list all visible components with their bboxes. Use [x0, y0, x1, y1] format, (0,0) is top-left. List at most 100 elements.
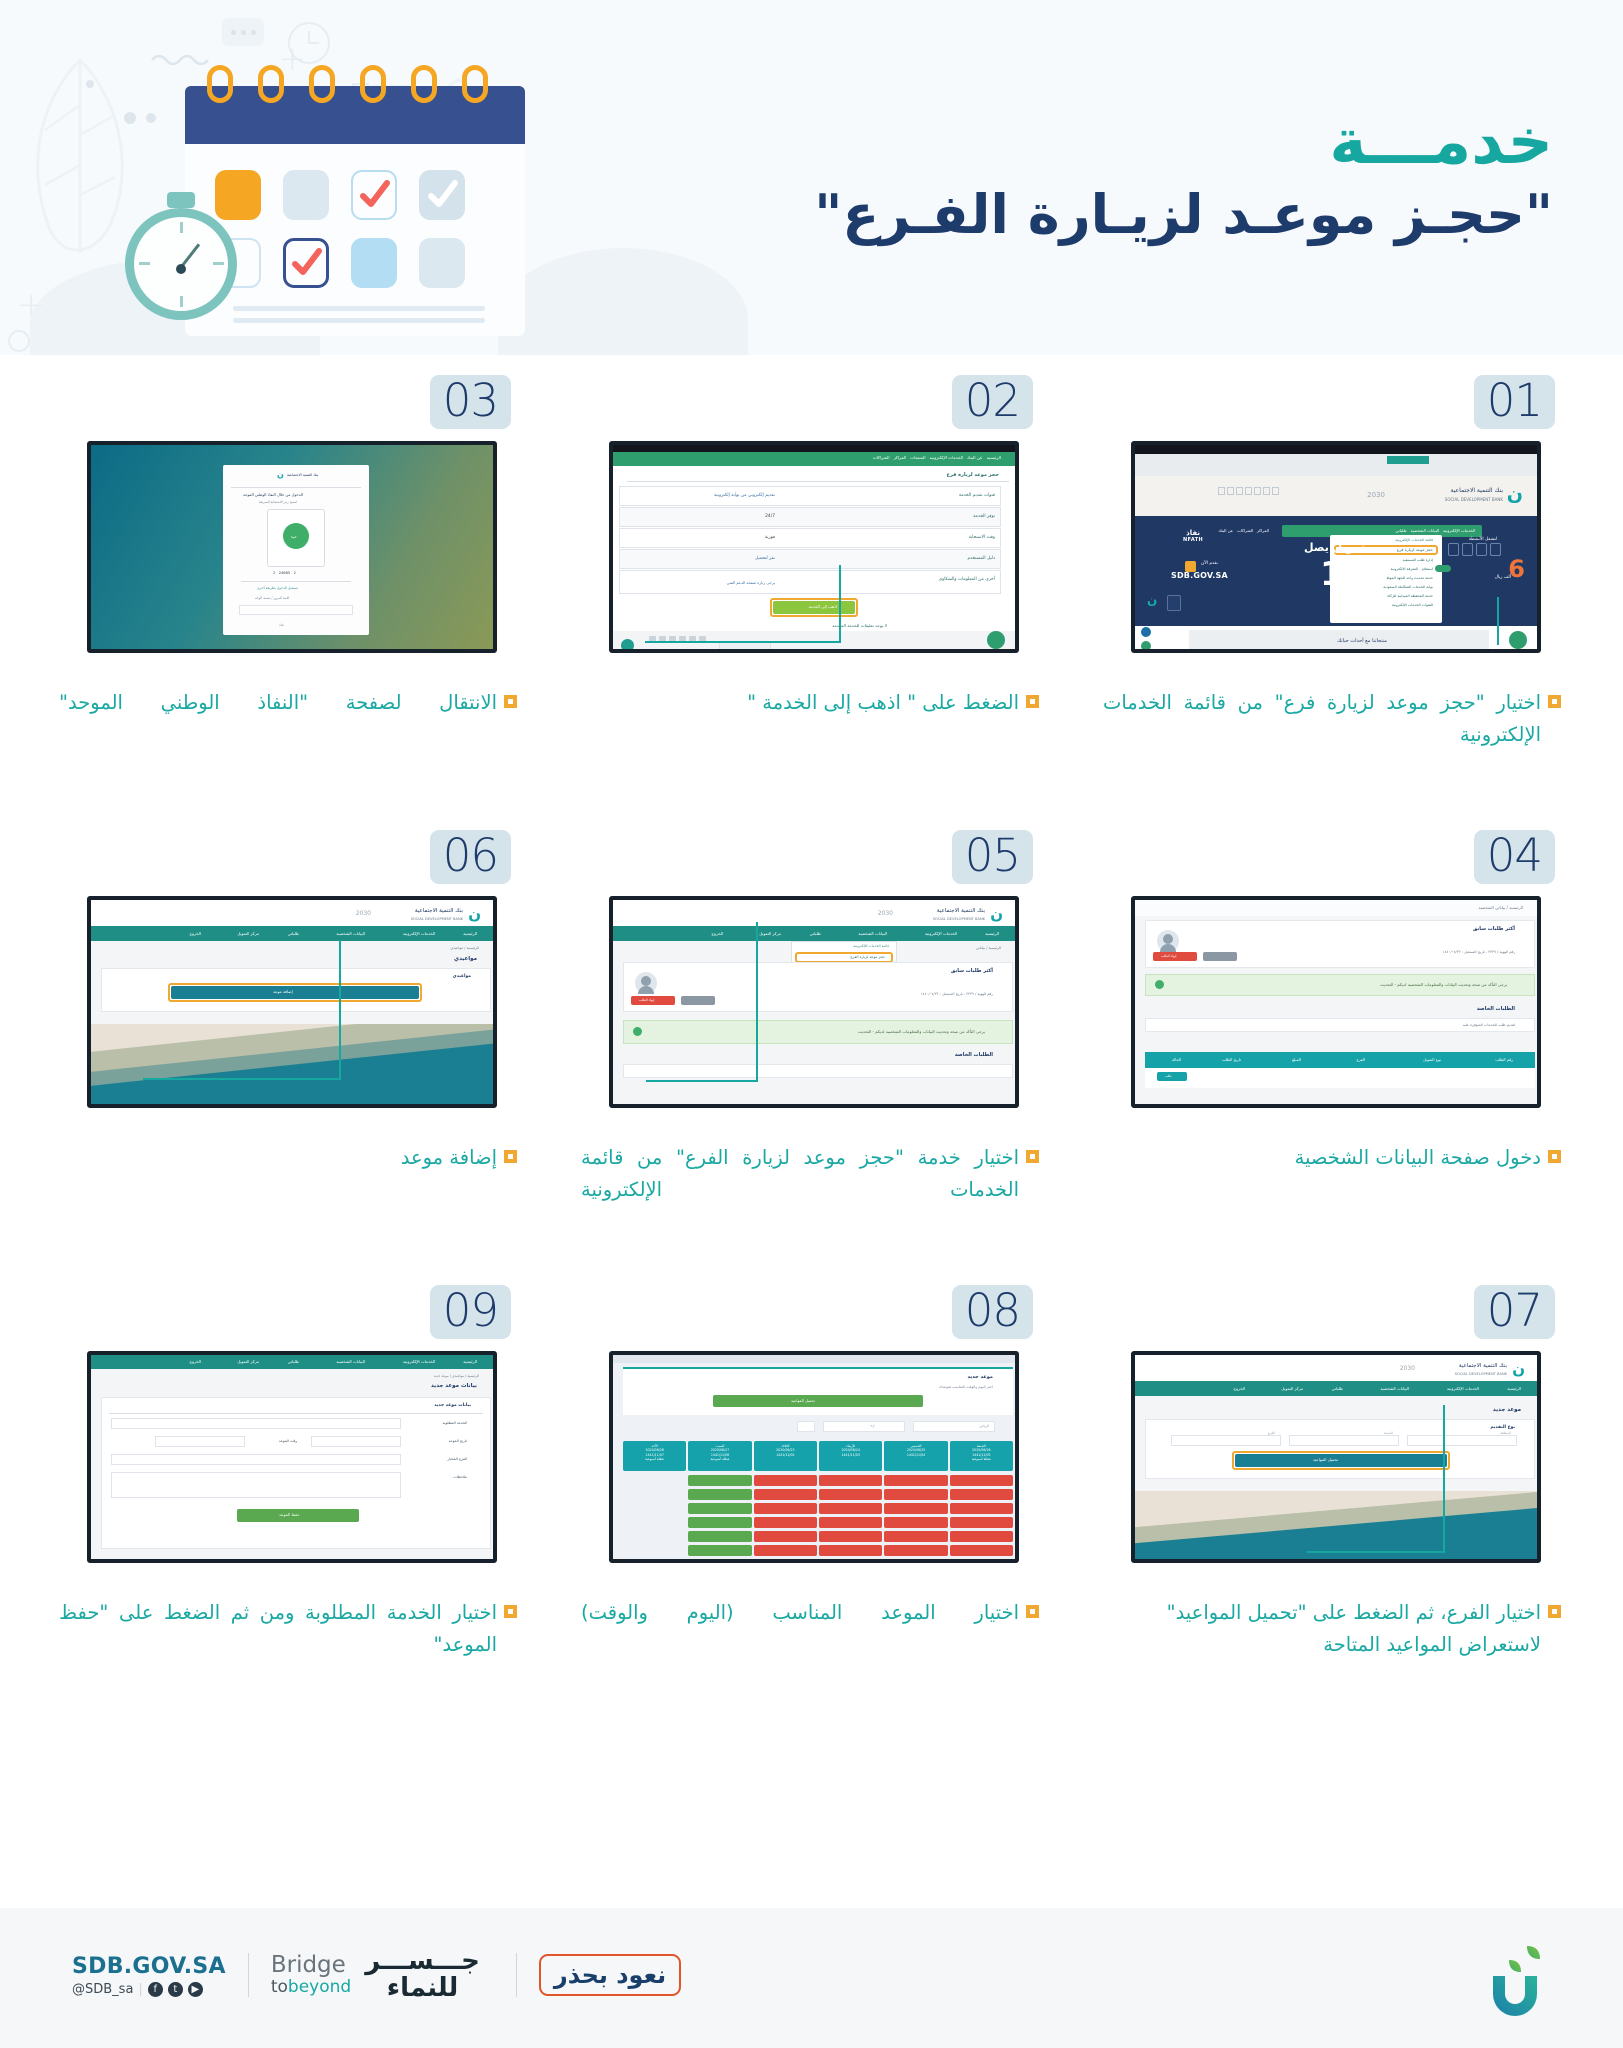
- page-title-block: خدمـــة "حجـز موعـد لزيـارة الفـرع": [814, 110, 1553, 252]
- step-number-badge: 01: [1473, 375, 1555, 429]
- step-06: 06 ن بنك التنمية الاجتماعية SOCIAL DEVEL…: [59, 830, 519, 1174]
- step-05-caption: اختيار خدمة "حجز موعد لزيارة الفرع" من ق…: [581, 1142, 1041, 1205]
- check-icon: [428, 180, 458, 207]
- step-04: 04 الرئيسية / بياناتي الشخصية أكثر طلبات…: [1103, 830, 1563, 1174]
- caption-text: اختيار خدمة "حجز موعد لزيارة الفرع" من ق…: [581, 1146, 1019, 1201]
- bullet-icon: [1548, 1150, 1561, 1163]
- bullet-icon: [1026, 1605, 1039, 1618]
- step-number-badge: 06: [429, 830, 511, 884]
- naod-bihathar-badge: نعود بحذر: [538, 1954, 682, 1997]
- calendar-ring: [258, 65, 284, 103]
- calendar-ring: [207, 65, 233, 103]
- footer-handle: @SDB_sa: [72, 1981, 134, 1997]
- step-02: 02 الرئيسية عن البنك الخدمات الإلكترونية…: [581, 375, 1041, 719]
- step-04-caption: دخول صفحة البيانات الشخصية: [1103, 1142, 1563, 1174]
- calendar-day-cell: [351, 238, 397, 288]
- step-number-badge: 08: [951, 1285, 1033, 1339]
- check-icon: [360, 180, 390, 207]
- connector-line-02-v: [839, 565, 841, 643]
- connector-line-02-h: [645, 641, 841, 643]
- steps-row-1: 01 ن بنك التنمية الاجتماعية SOCIAL DEVEL…: [0, 375, 1623, 830]
- step-number-badge: 04: [1473, 830, 1555, 884]
- connector-line-01: [1497, 597, 1499, 645]
- steps-row-2: 04 الرئيسية / بياناتي الشخصية أكثر طلبات…: [0, 830, 1623, 1285]
- step-number-badge: 09: [429, 1285, 511, 1339]
- step-number-badge: 03: [429, 375, 511, 429]
- caption-text: اختيار الخدمة المطلوبة ومن ثم الضغط على …: [59, 1601, 497, 1656]
- caption-text: الانتقال لصفحة "النفاذ الوطني الموحد": [59, 691, 497, 714]
- bullet-icon: [504, 1605, 517, 1618]
- caption-text: الضغط على " اذهب إلى الخدمة ": [747, 691, 1019, 714]
- step-06-screenshot[interactable]: ن بنك التنمية الاجتماعية SOCIAL DEVELOPM…: [87, 896, 497, 1108]
- step-03-screenshot[interactable]: ن بنك التنمية الاجتماعية الدخول من خلال …: [87, 441, 497, 653]
- step-04-screenshot[interactable]: الرئيسية / بياناتي الشخصية أكثر طلبات سا…: [1131, 896, 1541, 1108]
- step-01-screenshot[interactable]: ن بنك التنمية الاجتماعية SOCIAL DEVELOPM…: [1131, 441, 1541, 653]
- step-03-caption: الانتقال لصفحة "النفاذ الوطني الموحد": [59, 687, 519, 719]
- step-09-caption: اختيار الخدمة المطلوبة ومن ثم الضغط على …: [59, 1597, 519, 1660]
- steps-grid: 01 ن بنك التنمية الاجتماعية SOCIAL DEVEL…: [0, 375, 1623, 1740]
- page-title-line1: خدمـــة: [1329, 105, 1553, 178]
- bullet-icon: [1548, 1605, 1561, 1618]
- bridge-line1: Bridge: [270, 1952, 346, 1979]
- step-07-screenshot[interactable]: ن بنك التنمية الاجتماعية SOCIAL DEVELOPM…: [1131, 1351, 1541, 1563]
- infographic-page: + + خدمـــة "حجـز موعـد لزيـارة الفـرع" …: [0, 0, 1623, 2048]
- calendar-ring: [360, 65, 386, 103]
- bullet-icon: [1026, 695, 1039, 708]
- step-number-badge: 02: [951, 375, 1033, 429]
- calendar-day-cell: [283, 170, 329, 220]
- step-07: 07 ن بنك التنمية الاجتماعية SOCIAL DEVEL…: [1103, 1285, 1563, 1660]
- bullet-icon: [1548, 695, 1561, 708]
- caption-text: اختيار "حجز موعد لزيارة فرع" من قائمة ال…: [1103, 691, 1541, 746]
- connector-line-05-v: [756, 922, 758, 1082]
- bridge-to: to: [270, 1977, 288, 1998]
- twitter-icon[interactable]: t: [167, 1981, 183, 1997]
- step-number-badge: 07: [1473, 1285, 1555, 1339]
- step-02-caption: الضغط على " اذهب إلى الخدمة ": [581, 687, 1041, 719]
- step-09: 09 الرئيسية الخدمات الإلكترونية البيانات…: [59, 1285, 519, 1660]
- step-number-badge: 05: [951, 830, 1033, 884]
- caption-text: دخول صفحة البيانات الشخصية: [1294, 1146, 1541, 1169]
- jisr-line2: للنماء: [386, 1973, 459, 2004]
- stopwatch-icon: [117, 186, 247, 320]
- check-icon: [292, 248, 322, 275]
- step-08-caption: اختيار الموعد المناسب (اليوم والوقت): [581, 1597, 1041, 1629]
- connector-line-05-h: [646, 1080, 758, 1082]
- youtube-icon[interactable]: ▶: [187, 1981, 203, 1997]
- calendar-ring: [309, 65, 335, 103]
- step-08: 08 موعد جديد اختر اليوم والوقت المناسب ل…: [581, 1285, 1041, 1629]
- step-06-caption: إضافة موعد: [59, 1142, 519, 1174]
- step-02-screenshot[interactable]: الرئيسية عن البنك الخدمات الإلكترونية ال…: [609, 441, 1019, 653]
- step-03: 03 ن بنك التنمية الاجتماعية الدخول من خل…: [59, 375, 519, 719]
- page-title-line2: "حجـز موعـد لزيـارة الفـرع": [814, 183, 1553, 246]
- bullet-icon: [1026, 1150, 1039, 1163]
- footer-divider-2: [515, 1953, 517, 1998]
- calendar-day-cell: [419, 238, 465, 288]
- connector-line-06-h: [143, 1078, 341, 1080]
- connector-line-07-v: [1443, 1405, 1445, 1553]
- facebook-icon[interactable]: f: [147, 1981, 163, 1997]
- jisr-line1: جـــســـر: [365, 1946, 480, 1976]
- footer-site-url[interactable]: SDB.GOV.SA: [72, 1954, 226, 1979]
- steps-row-3: 07 ن بنك التنمية الاجتماعية SOCIAL DEVEL…: [0, 1285, 1623, 1740]
- step-01-caption: اختيار "حجز موعد لزيارة فرع" من قائمة ال…: [1103, 687, 1563, 750]
- calendar-illustration: [55, 18, 585, 338]
- step-05: 05 ن بنك التنمية الاجتماعية SOCIAL DEVEL…: [581, 830, 1041, 1205]
- calendar-ring: [411, 65, 437, 103]
- step-07-caption: اختيار الفرع، ثم الضغط على "تحميل المواع…: [1103, 1597, 1563, 1660]
- connector-line-07-h: [1307, 1551, 1445, 1553]
- connector-line-06-v: [339, 940, 341, 1080]
- caption-text: اختيار الموعد المناسب (اليوم والوقت): [581, 1601, 1019, 1624]
- caption-text: إضافة موعد: [400, 1146, 497, 1169]
- step-08-screenshot[interactable]: موعد جديد اختر اليوم والوقت المناسب لموع…: [609, 1351, 1019, 1563]
- page-footer: SDB.GOV.SA @SDB_sa | f t ▶ Bridge tobeyo…: [0, 1908, 1623, 2048]
- step-01: 01 ن بنك التنمية الاجتماعية SOCIAL DEVEL…: [1103, 375, 1563, 750]
- step-05-screenshot[interactable]: ن بنك التنمية الاجتماعية SOCIAL DEVELOPM…: [609, 896, 1019, 1108]
- decor-circle-icon: [8, 330, 30, 352]
- decor-plus-icon-2: +: [17, 285, 46, 325]
- load-appointments-button: [713, 1395, 923, 1407]
- step-09-screenshot[interactable]: الرئيسية الخدمات الإلكترونية البيانات ال…: [87, 1351, 497, 1563]
- bullet-icon: [504, 695, 517, 708]
- bullet-icon: [504, 1150, 517, 1163]
- footer-divider-1: [247, 1953, 249, 1998]
- page-header: + + خدمـــة "حجـز موعـد لزيـارة الفـرع": [0, 0, 1623, 355]
